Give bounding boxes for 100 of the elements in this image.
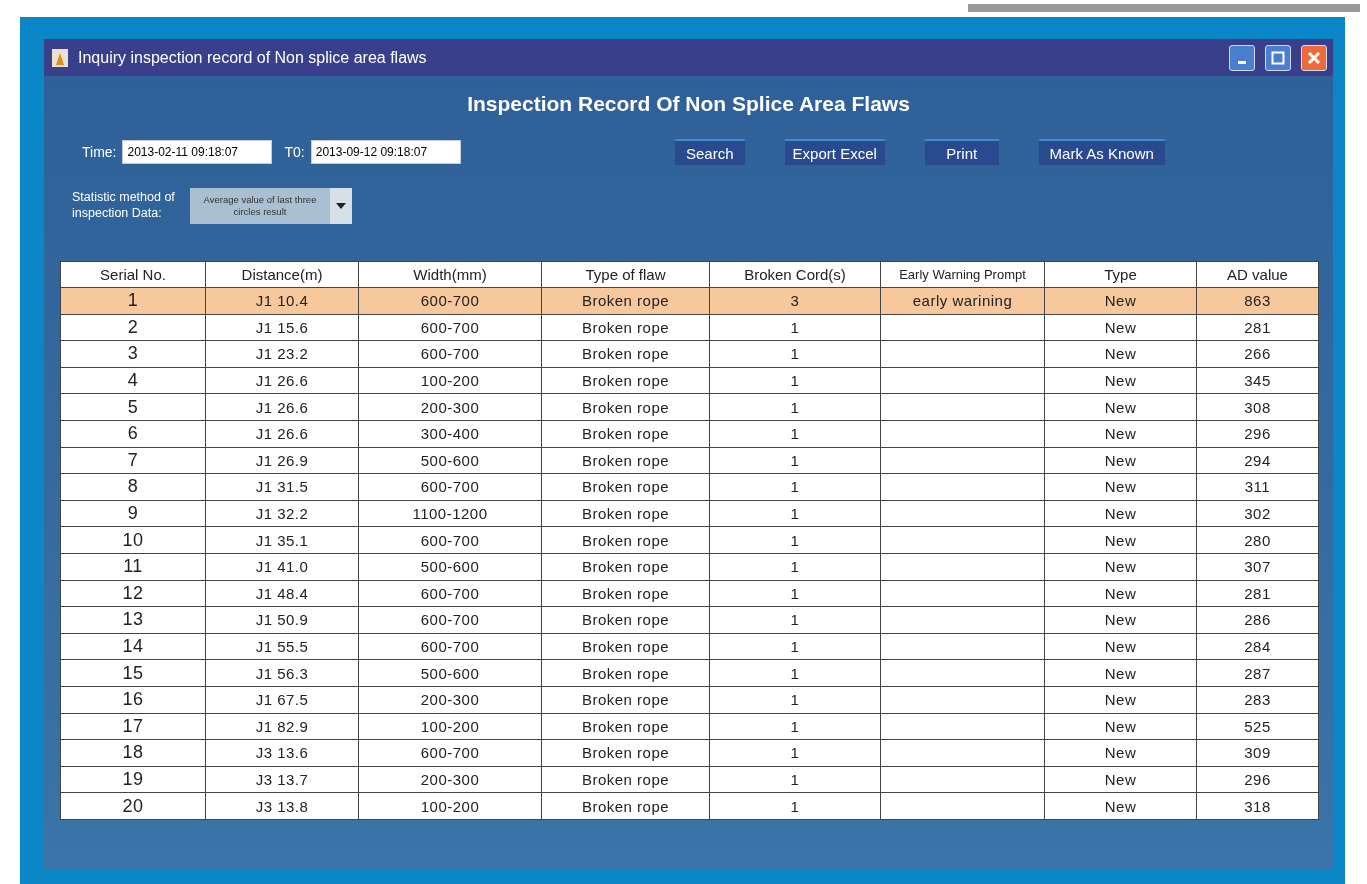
table-cell: 15 bbox=[60, 659, 206, 687]
table-cell: J1 50.9 bbox=[205, 606, 359, 634]
table-cell: 17 bbox=[60, 713, 206, 740]
table-cell: Broken rope bbox=[541, 314, 710, 341]
table-cell: 308 bbox=[1196, 393, 1319, 421]
table-row[interactable]: 3 J1 23.2 600-700 Broken rope 1 New 266 bbox=[60, 340, 1319, 368]
table-cell: New bbox=[1044, 553, 1197, 581]
table-row[interactable]: 14 J1 55.5 600-700 Broken rope 1 New 284 bbox=[60, 633, 1319, 660]
start-time-field[interactable]: 2013-02-11 09:18:07 bbox=[122, 140, 273, 164]
table-row[interactable]: 8 J1 31.5 600-700 Broken rope 1 New 311 bbox=[60, 473, 1319, 501]
table-cell: 3 bbox=[60, 340, 206, 368]
table-cell: Broken rope bbox=[541, 792, 710, 820]
toolbar-button[interactable]: Mark As Known bbox=[1038, 139, 1165, 165]
column-header: Width(mm) bbox=[358, 261, 542, 288]
toolbar-button[interactable]: Print bbox=[924, 139, 999, 165]
table-cell: 500-600 bbox=[358, 447, 542, 474]
window-title: Inquiry inspection record of Non splice area flaws bbox=[78, 48, 428, 67]
table-cell: 1 bbox=[709, 580, 881, 607]
table-cell: 600-700 bbox=[358, 606, 542, 634]
column-header: Type of flaw bbox=[541, 261, 710, 288]
table-cell: New bbox=[1044, 473, 1197, 501]
toolbar-button[interactable]: Search bbox=[674, 139, 745, 165]
statistic-dropdown[interactable]: Average value of last three circles result bbox=[190, 188, 352, 224]
table-cell: 14 bbox=[60, 633, 206, 660]
table-cell: 318 bbox=[1196, 792, 1319, 820]
table-cell: New bbox=[1044, 420, 1197, 448]
table-cell: 13 bbox=[60, 606, 206, 634]
table-cell: 500-600 bbox=[358, 553, 542, 581]
table-row[interactable]: 4 J1 26.6 100-200 Broken rope 1 New 345 bbox=[60, 367, 1319, 394]
table-cell: New bbox=[1044, 580, 1197, 607]
table-cell: 200-300 bbox=[358, 686, 542, 713]
table-cell: Broken rope bbox=[541, 713, 710, 740]
table-row[interactable]: 1 J1 10.4 600-700 Broken rope 3 early warining New 863 bbox=[60, 287, 1319, 315]
table-row[interactable]: 15 J1 56.3 500-600 Broken rope 1 New 287 bbox=[60, 659, 1319, 687]
table-cell: 1 bbox=[709, 792, 881, 820]
table-row[interactable]: 16 J1 67.5 200-300 Broken rope 1 New 283 bbox=[60, 686, 1319, 713]
table-cell: J1 26.6 bbox=[205, 367, 359, 394]
table-cell: 200-300 bbox=[358, 766, 542, 793]
table-row[interactable]: 10 J1 35.1 600-700 Broken rope 1 New 280 bbox=[60, 526, 1319, 554]
minimize-button[interactable] bbox=[1229, 44, 1255, 71]
table-row[interactable]: 17 J1 82.9 100-200 Broken rope 1 New 525 bbox=[60, 713, 1319, 740]
table-row[interactable]: 13 J1 50.9 600-700 Broken rope 1 New 286 bbox=[60, 606, 1319, 634]
table-cell: J1 35.1 bbox=[205, 526, 359, 554]
table-row[interactable]: 5 J1 26.6 200-300 Broken rope 1 New 308 bbox=[60, 393, 1319, 421]
table-cell: Broken rope bbox=[541, 606, 710, 634]
table-cell: Broken rope bbox=[541, 473, 710, 501]
table-cell: Broken rope bbox=[541, 580, 710, 607]
column-header: Broken Cord(s) bbox=[709, 261, 881, 288]
toolbar-button[interactable]: Export Excel bbox=[784, 139, 885, 165]
table-cell: Broken rope bbox=[541, 633, 710, 660]
table-cell: 1 bbox=[709, 553, 881, 581]
table-cell: 600-700 bbox=[358, 287, 542, 315]
table-cell: 16 bbox=[60, 686, 206, 713]
table-row[interactable]: 19 J3 13.7 200-300 Broken rope 1 New 296 bbox=[60, 766, 1319, 793]
table-cell: 600-700 bbox=[358, 739, 542, 767]
table-cell: 5 bbox=[60, 393, 206, 421]
table-row[interactable]: 12 J1 48.4 600-700 Broken rope 1 New 281 bbox=[60, 580, 1319, 607]
table-cell: 6 bbox=[60, 420, 206, 448]
table-row[interactable]: 18 J3 13.6 600-700 Broken rope 1 New 309 bbox=[60, 739, 1319, 767]
table-cell: 300-400 bbox=[358, 420, 542, 448]
table-row[interactable]: 2 J1 15.6 600-700 Broken rope 1 New 281 bbox=[60, 314, 1319, 341]
table-cell: Broken rope bbox=[541, 340, 710, 368]
table-cell: New bbox=[1044, 659, 1197, 687]
table-cell: Broken rope bbox=[541, 367, 710, 394]
table-cell: New bbox=[1044, 526, 1197, 554]
table-cell: 1100-1200 bbox=[358, 500, 542, 527]
column-header: Serial No. bbox=[60, 261, 206, 288]
table-cell: 4 bbox=[60, 367, 206, 394]
table-cell: New bbox=[1044, 792, 1197, 820]
column-header: Early Warning Prompt bbox=[880, 261, 1045, 288]
table-cell: 600-700 bbox=[358, 340, 542, 368]
minimize-icon bbox=[1238, 61, 1246, 64]
table-cell: 1 bbox=[709, 473, 881, 501]
table-row[interactable]: 11 J1 41.0 500-600 Broken rope 1 New 307 bbox=[60, 553, 1319, 581]
table-row[interactable]: 9 J1 32.2 1100-1200 Broken rope 1 New 302 bbox=[60, 500, 1319, 527]
table-cell: 1 bbox=[709, 659, 881, 687]
table-cell: 286 bbox=[1196, 606, 1319, 634]
table-row[interactable]: 6 J1 26.6 300-400 Broken rope 1 New 296 bbox=[60, 420, 1319, 448]
table-cell: J1 82.9 bbox=[205, 713, 359, 740]
maximize-button[interactable] bbox=[1265, 44, 1291, 71]
table-cell: 10 bbox=[60, 526, 206, 554]
table-cell: 296 bbox=[1196, 420, 1319, 448]
table-cell: New bbox=[1044, 340, 1197, 368]
table-cell: 283 bbox=[1196, 686, 1319, 713]
table-cell: 100-200 bbox=[358, 713, 542, 740]
table-cell: 600-700 bbox=[358, 580, 542, 607]
page-heading: Inspection Record Of Non Splice Area Flaws bbox=[466, 92, 911, 116]
table-cell: 281 bbox=[1196, 314, 1319, 341]
table-cell: 1 bbox=[709, 713, 881, 740]
end-time-field[interactable]: 2013-09-12 09:18:07 bbox=[310, 140, 461, 164]
table-cell: J1 26.9 bbox=[205, 447, 359, 474]
table-row[interactable]: 7 J1 26.9 500-600 Broken rope 1 New 294 bbox=[60, 447, 1319, 474]
table-cell: 11 bbox=[60, 553, 206, 581]
table-cell: J1 67.5 bbox=[205, 686, 359, 713]
table-cell: 1 bbox=[709, 526, 881, 554]
table-cell: 600-700 bbox=[358, 473, 542, 501]
close-button[interactable] bbox=[1301, 44, 1327, 71]
table-row[interactable]: 20 J3 13.8 100-200 Broken rope 1 New 318 bbox=[60, 792, 1319, 820]
table-cell: 345 bbox=[1196, 367, 1319, 394]
table-cell: 500-600 bbox=[358, 659, 542, 687]
